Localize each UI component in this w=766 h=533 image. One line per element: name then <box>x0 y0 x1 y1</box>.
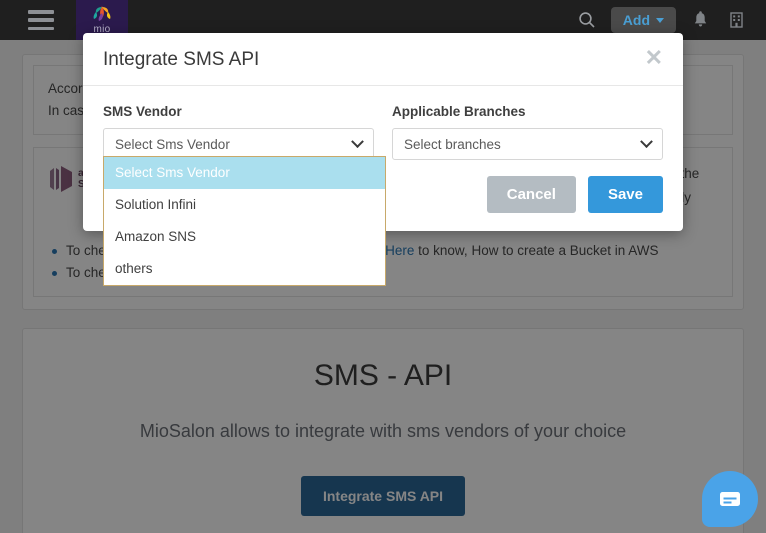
close-icon[interactable]: ✕ <box>645 47 663 69</box>
add-button[interactable]: Add <box>610 7 676 33</box>
topbar-actions: Add <box>575 7 766 33</box>
sms-vendor-dropdown-list[interactable]: Select Sms Vendor Solution Infini Amazon… <box>103 156 386 286</box>
cancel-button[interactable]: Cancel <box>486 176 576 213</box>
app-root: mio Add According In case the To check H… <box>0 0 766 533</box>
chevron-down-icon <box>656 17 664 23</box>
chevron-down-icon <box>640 134 653 148</box>
add-button-label: Add <box>622 12 650 28</box>
chevron-down-icon <box>351 134 364 148</box>
save-button[interactable]: Save <box>587 176 663 213</box>
chat-widget-button[interactable] <box>702 471 758 527</box>
building-icon[interactable] <box>724 8 748 32</box>
chat-bubble-icon <box>720 492 740 506</box>
applicable-branches-field-group: Applicable Branches Select branches <box>392 104 663 160</box>
lotus-logo-icon <box>93 6 111 21</box>
form-row: SMS Vendor Select Sms Vendor Select Sms … <box>103 104 663 286</box>
hamburger-menu-icon[interactable] <box>28 10 54 30</box>
search-icon[interactable] <box>575 8 599 32</box>
modal-body: SMS Vendor Select Sms Vendor Select Sms … <box>83 86 683 286</box>
modal-header: Integrate SMS API ✕ <box>83 33 683 86</box>
sms-vendor-selected-value: Select Sms Vendor <box>115 136 230 152</box>
dropdown-option-2[interactable]: Amazon SNS <box>104 221 385 253</box>
dropdown-option-3[interactable]: others <box>104 253 385 285</box>
dropdown-option-0[interactable]: Select Sms Vendor <box>104 157 385 189</box>
integrate-sms-api-modal: Integrate SMS API ✕ SMS Vendor Select Sm… <box>83 33 683 286</box>
dropdown-option-1[interactable]: Solution Infini <box>104 189 385 221</box>
modal-title: Integrate SMS API <box>103 49 260 70</box>
sms-vendor-label: SMS Vendor <box>103 104 182 119</box>
applicable-branches-label: Applicable Branches <box>392 104 526 119</box>
applicable-branches-select[interactable]: Select branches <box>392 128 663 160</box>
sms-vendor-field-group: SMS Vendor Select Sms Vendor Select Sms … <box>103 104 386 286</box>
applicable-branches-selected-value: Select branches <box>404 136 501 152</box>
bell-icon[interactable] <box>688 8 712 32</box>
